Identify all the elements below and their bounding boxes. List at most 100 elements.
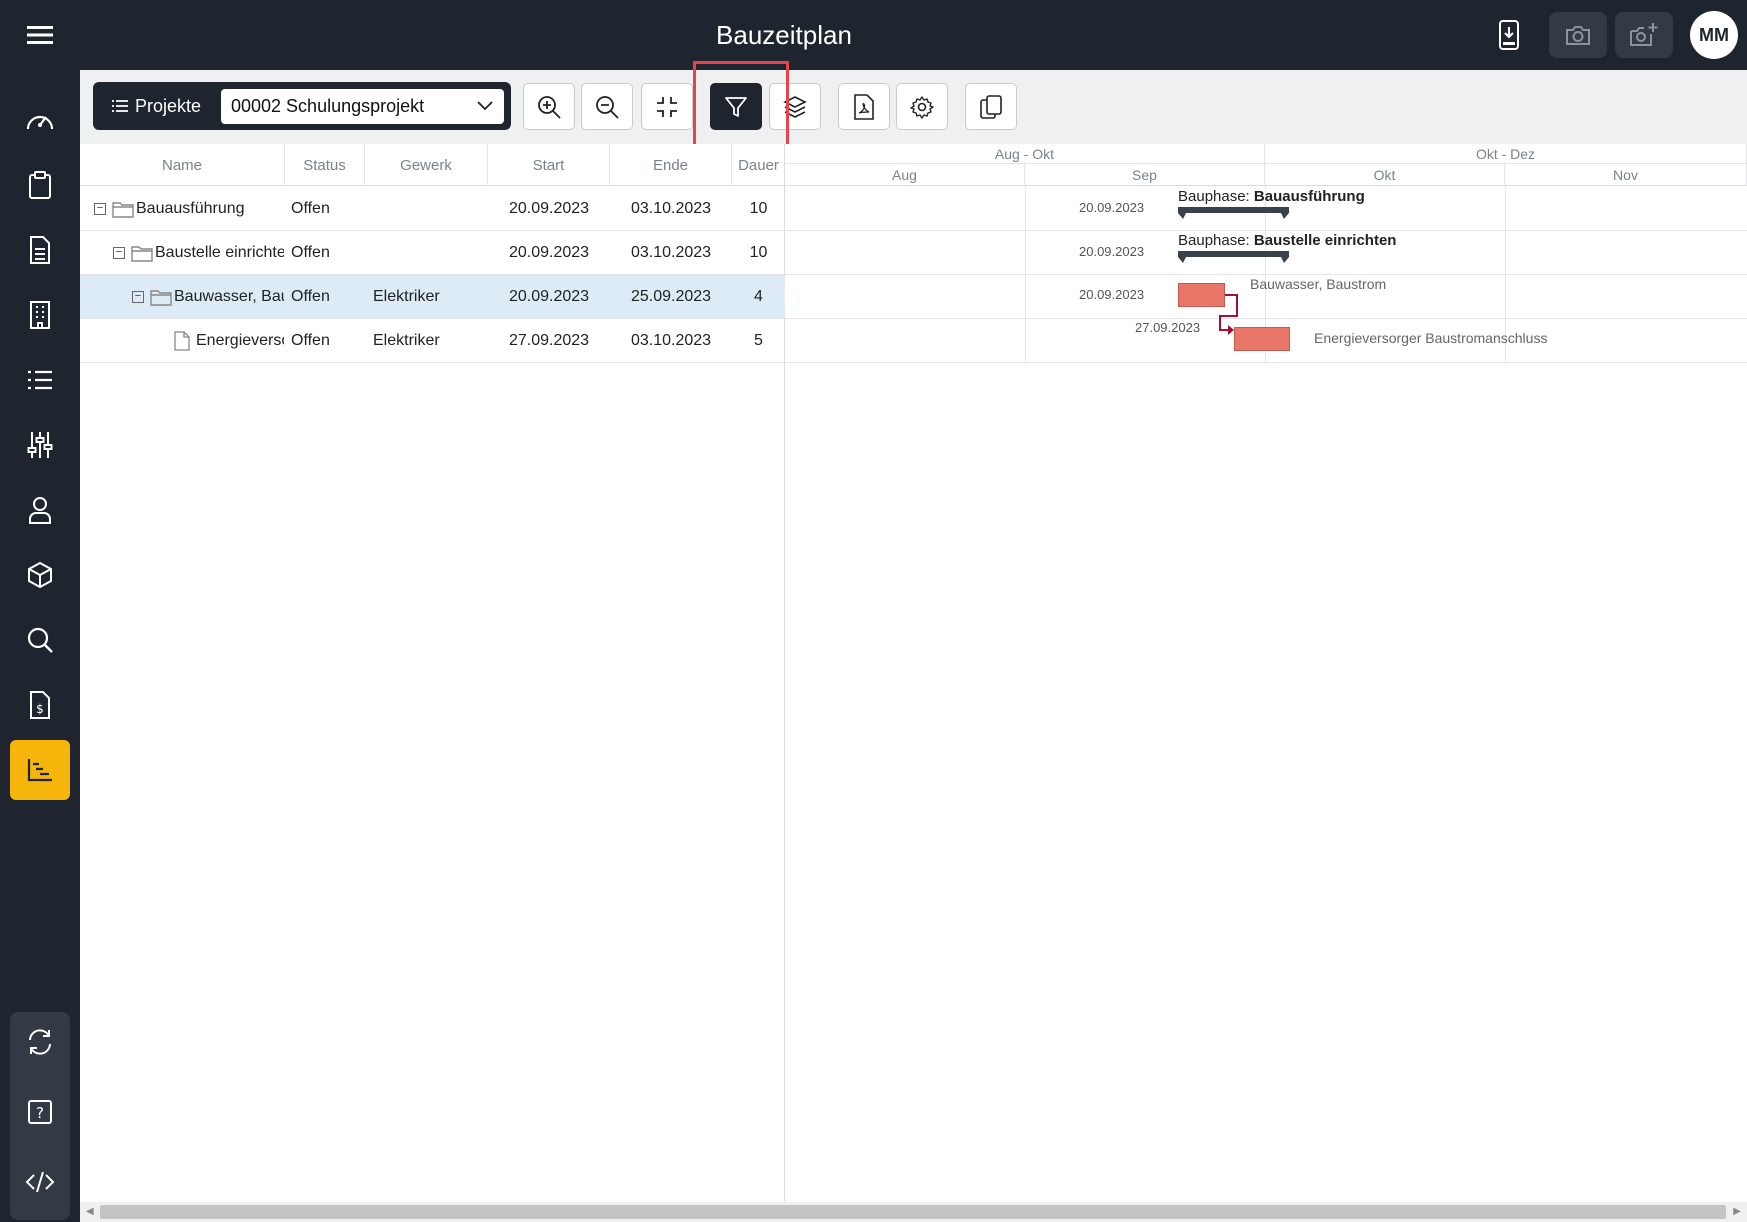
zoom-in-button[interactable] xyxy=(523,83,575,130)
sidebar-item-invoices[interactable]: $ xyxy=(10,675,70,735)
layers-icon xyxy=(783,95,807,118)
timescale-month: Sep xyxy=(1025,164,1265,186)
task-label: Bauwasser, Baustrom xyxy=(1250,276,1387,292)
column-header-gewerk[interactable]: Gewerk xyxy=(365,144,488,186)
sidebar-item-packages[interactable] xyxy=(10,545,70,605)
table-row-selected[interactable]: − Bauwasser, Baustrom Offen Elektriker 2… xyxy=(80,275,785,319)
table-row[interactable]: − Bauausführung Offen 20.09.2023 03.10.2… xyxy=(80,187,785,231)
grid-line xyxy=(785,362,1747,363)
row-gewerk: Elektriker xyxy=(373,287,440,305)
zoom-out-icon xyxy=(596,95,619,119)
sync-button[interactable] xyxy=(10,1012,70,1072)
row-name: Baustelle einrichten xyxy=(155,243,284,261)
column-header-status[interactable]: Status xyxy=(285,144,365,186)
collapse-toggle[interactable]: − xyxy=(113,246,125,259)
column-header-end[interactable]: Ende xyxy=(610,144,732,186)
avatar[interactable]: MM xyxy=(1690,11,1738,59)
sidebar-item-users[interactable] xyxy=(10,480,70,540)
table-row[interactable]: Energieversorger Baustromanschluss Offen… xyxy=(80,319,785,363)
sidebar-item-tasks[interactable] xyxy=(10,155,70,215)
svg-text:$: $ xyxy=(36,702,44,716)
timescale-month: Nov xyxy=(1505,164,1747,186)
row-start: 20.09.2023 xyxy=(508,243,590,261)
summary-bar[interactable] xyxy=(1178,207,1289,220)
row-duration: 10 xyxy=(749,199,768,217)
phase-label: Bauphase: Bauausführung xyxy=(1178,188,1365,205)
sidebar-item-dashboard[interactable] xyxy=(10,90,70,150)
scrollbar-thumb[interactable] xyxy=(100,1205,1726,1219)
zoom-out-button[interactable] xyxy=(581,83,633,130)
speedometer-icon xyxy=(26,115,54,130)
task-bar[interactable] xyxy=(1234,327,1290,351)
project-select[interactable]: 00002 Schulungsprojekt xyxy=(221,89,504,124)
task-start-date: 27.09.2023 xyxy=(1135,320,1201,335)
phase-name: Baustelle einrichten xyxy=(1253,232,1397,249)
camera-button[interactable] xyxy=(1549,12,1607,58)
scroll-left-icon[interactable]: ◀ xyxy=(86,1206,94,1217)
phase-prefix: Bauphase: xyxy=(1178,232,1250,249)
sidebar-item-documents[interactable] xyxy=(10,220,70,280)
summary-bar[interactable] xyxy=(1178,251,1289,264)
grid-line xyxy=(785,318,1747,319)
export-pdf-button[interactable] xyxy=(838,83,890,130)
sidebar-bottom-group: ? xyxy=(10,1012,70,1220)
grid-line xyxy=(785,230,1747,231)
toolbar: Projekte 00002 Schulungsprojekt xyxy=(80,70,1747,144)
phase-name: Bauausführung xyxy=(1253,188,1365,205)
invoice-icon: $ xyxy=(30,691,50,719)
row-start: 27.09.2023 xyxy=(508,331,590,349)
horizontal-scrollbar[interactable]: ◀ ▶ xyxy=(80,1202,1747,1222)
collapse-toggle[interactable]: − xyxy=(132,290,144,303)
row-name-cell: Energieversorger Baustromanschluss xyxy=(174,319,284,362)
help-button[interactable]: ? xyxy=(10,1082,70,1142)
projects-button[interactable]: Projekte xyxy=(111,82,201,130)
sidebar-item-controls[interactable] xyxy=(10,415,70,475)
collapse-button[interactable] xyxy=(641,83,693,130)
row-name: Bauausführung xyxy=(136,199,245,217)
collapse-toggle[interactable]: − xyxy=(94,202,106,215)
task-grid: Name Status Gewerk Start Ende Dauer − Ba… xyxy=(80,144,785,1202)
cube-icon xyxy=(28,561,52,589)
sidebar: $ ? xyxy=(0,70,80,1222)
settings-button[interactable] xyxy=(896,83,948,130)
copy-icon xyxy=(980,94,1002,119)
folder-icon xyxy=(150,289,172,306)
sync-icon xyxy=(29,1029,51,1055)
table-row[interactable]: − Baustelle einrichten Offen 20.09.2023 … xyxy=(80,231,785,275)
task-label: Energieversorger Baustromanschluss xyxy=(1314,330,1548,346)
download-app-button[interactable] xyxy=(1480,12,1538,58)
column-header-duration[interactable]: Dauer xyxy=(732,144,785,186)
developer-button[interactable] xyxy=(10,1152,70,1212)
page-title: Bauzeitplan xyxy=(716,20,852,50)
row-status: Offen xyxy=(291,287,330,305)
row-duration: 10 xyxy=(749,243,768,261)
sidebar-item-list[interactable] xyxy=(10,350,70,410)
row-duration: 5 xyxy=(754,331,763,349)
file-icon xyxy=(174,330,190,351)
download-phone-icon xyxy=(1499,20,1519,50)
gear-icon xyxy=(910,95,934,119)
row-status: Offen xyxy=(291,243,330,261)
project-select-value: 00002 Schulungsprojekt xyxy=(231,96,425,116)
column-header-name[interactable]: Name xyxy=(80,144,285,186)
collapse-icon xyxy=(657,96,677,117)
phase-start-date: 20.09.2023 xyxy=(1079,200,1145,215)
filter-button[interactable] xyxy=(710,83,762,130)
add-photo-button[interactable] xyxy=(1615,12,1673,58)
timescale-month: Aug xyxy=(785,164,1025,186)
row-end: 03.10.2023 xyxy=(630,331,712,349)
folder-icon xyxy=(112,201,134,218)
column-header-start[interactable]: Start xyxy=(488,144,610,186)
svg-text:?: ? xyxy=(36,1104,44,1122)
scroll-right-icon[interactable]: ▶ xyxy=(1733,1206,1741,1217)
task-start-date: 20.09.2023 xyxy=(1079,287,1145,302)
sidebar-item-search[interactable] xyxy=(10,610,70,670)
phase-label: Bauphase: Baustelle einrichten xyxy=(1178,232,1396,249)
clipboard-icon xyxy=(29,171,51,199)
row-end: 25.09.2023 xyxy=(630,287,712,305)
sidebar-item-buildings[interactable] xyxy=(10,285,70,345)
sidebar-item-schedule[interactable] xyxy=(10,740,70,800)
grid-line xyxy=(785,274,1747,275)
copy-button[interactable] xyxy=(965,83,1017,130)
layers-button[interactable] xyxy=(769,83,821,130)
